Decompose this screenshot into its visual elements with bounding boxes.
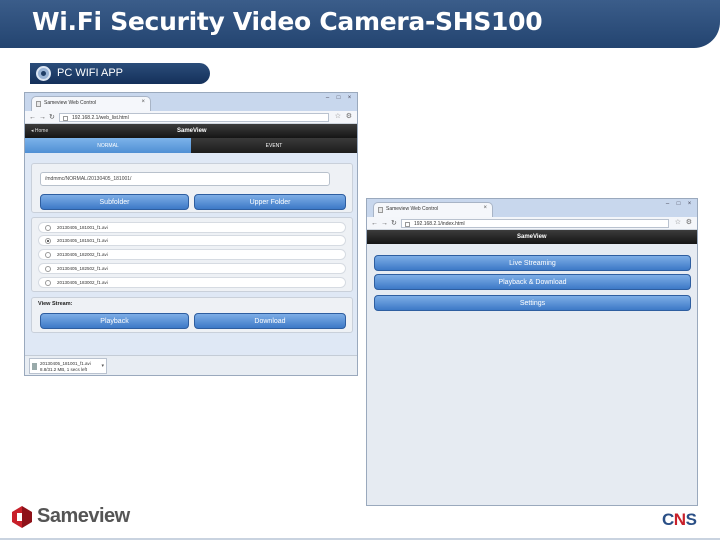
file-name: 20130405_181501_f1.avi bbox=[57, 238, 108, 243]
tab-strip: Sameview Web Control × – □ × bbox=[25, 93, 357, 111]
file-name: 20130405_183002_f1.avi bbox=[57, 280, 108, 285]
bullet-icon bbox=[36, 66, 51, 81]
home-link[interactable]: ◂ Home bbox=[31, 128, 48, 134]
sameview-logo-text: Sameview bbox=[37, 505, 130, 527]
close-icon[interactable]: × bbox=[141, 99, 145, 105]
url-input[interactable]: 192.168.2.1/web_list.html bbox=[59, 113, 329, 122]
folder-panel: /mdmmc/NORMAL/20130405_181001/ Subfolder… bbox=[31, 163, 353, 213]
radio-icon[interactable] bbox=[45, 280, 51, 286]
browser-window-file-list: Sameview Web Control × – □ × ← → ↻ 192.1… bbox=[24, 92, 358, 376]
reload-icon[interactable]: ↻ bbox=[391, 219, 397, 228]
path-input[interactable]: /mdmmc/NORMAL/20130405_181001/ bbox=[40, 172, 330, 186]
back-icon[interactable]: ← bbox=[29, 113, 36, 122]
browser-tab-title: Sameview Web Control bbox=[44, 100, 97, 106]
list-item[interactable]: 20130405_181001_f1.avi bbox=[38, 222, 346, 233]
brand-title: SameView bbox=[177, 128, 207, 134]
browser-tab-title: Sameview Web Control bbox=[386, 206, 439, 212]
playback-download-button[interactable]: Playback & Download bbox=[374, 274, 691, 290]
settings-button[interactable]: Settings bbox=[374, 295, 691, 311]
subfolder-button[interactable]: Subfolder bbox=[40, 194, 189, 210]
file-name: 20130405_182502_f1.avi bbox=[57, 266, 108, 271]
list-item[interactable]: 20130405_182002_f1.avi bbox=[38, 249, 346, 260]
forward-icon[interactable]: → bbox=[39, 113, 46, 122]
download-status: 8.8/31.2 MB, 1 secs left bbox=[40, 367, 88, 372]
page-header: SameView bbox=[367, 230, 697, 244]
window-controls: – □ × bbox=[664, 201, 693, 208]
company-letter-s: S bbox=[685, 510, 697, 529]
close-window-icon[interactable]: × bbox=[686, 201, 693, 208]
sameview-logo-icon bbox=[12, 506, 32, 528]
download-shelf: 20130405_181001_f1.avi 8.8/31.2 MB, 1 se… bbox=[25, 355, 357, 375]
section-pill: PC WIFI APP bbox=[30, 63, 210, 84]
view-stream-panel: View Stream: Playback Download bbox=[31, 297, 353, 333]
page-icon bbox=[63, 116, 68, 121]
maximize-icon[interactable]: □ bbox=[335, 95, 342, 102]
radio-icon[interactable] bbox=[45, 266, 51, 272]
tab-strip: Sameview Web Control × – □ × bbox=[367, 199, 697, 217]
company-logo: CNS bbox=[662, 510, 697, 530]
file-name: 20130405_181001_f1.avi bbox=[57, 225, 108, 230]
minimize-icon[interactable]: – bbox=[324, 95, 331, 102]
playback-button[interactable]: Playback bbox=[40, 313, 189, 329]
maximize-icon[interactable]: □ bbox=[675, 201, 682, 208]
back-icon[interactable]: ← bbox=[371, 219, 378, 228]
segment-tabs: NORMAL EVENT bbox=[25, 138, 357, 153]
radio-icon[interactable] bbox=[45, 252, 51, 258]
reload-icon[interactable]: ↻ bbox=[49, 113, 55, 122]
company-letter-n: N bbox=[673, 510, 686, 529]
upper-folder-button[interactable]: Upper Folder bbox=[194, 194, 346, 210]
browser-tab[interactable]: Sameview Web Control × bbox=[373, 202, 493, 217]
wrench-icon[interactable]: ⚙ bbox=[346, 112, 352, 120]
browser-window-menu: Sameview Web Control × – □ × ← → ↻ 192.1… bbox=[366, 198, 698, 506]
tab-event[interactable]: EVENT bbox=[191, 138, 357, 153]
page-icon bbox=[378, 207, 383, 213]
view-stream-label: View Stream: bbox=[38, 301, 73, 307]
brand-title: SameView bbox=[517, 234, 547, 240]
tab-normal[interactable]: NORMAL bbox=[25, 138, 191, 153]
file-name: 20130405_182002_f1.avi bbox=[57, 252, 108, 257]
slide-title: Wi.Fi Security Video Camera-SHS100 bbox=[32, 7, 543, 36]
address-bar: ← → ↻ 192.168.2.1/index.html ☆ ⚙ bbox=[367, 217, 697, 230]
live-streaming-button[interactable]: Live Streaming bbox=[374, 255, 691, 271]
window-controls: – □ × bbox=[324, 95, 353, 102]
home-label: Home bbox=[34, 128, 49, 134]
slide-header: Wi.Fi Security Video Camera-SHS100 bbox=[0, 0, 720, 48]
star-icon[interactable]: ☆ bbox=[675, 218, 681, 226]
file-list: 20130405_181001_f1.avi 20130405_181501_f… bbox=[31, 217, 353, 292]
close-window-icon[interactable]: × bbox=[346, 95, 353, 102]
star-icon[interactable]: ☆ bbox=[335, 112, 341, 120]
radio-checked-icon[interactable] bbox=[45, 238, 51, 244]
address-bar: ← → ↻ 192.168.2.1/web_list.html ☆ ⚙ bbox=[25, 111, 357, 124]
list-item[interactable]: 20130405_183002_f1.avi bbox=[38, 277, 346, 288]
download-button[interactable]: Download bbox=[194, 313, 346, 329]
page-icon bbox=[405, 222, 410, 227]
url-text: 192.168.2.1/web_list.html bbox=[72, 115, 129, 121]
page-icon bbox=[36, 101, 41, 107]
file-icon bbox=[32, 363, 37, 370]
minimize-icon[interactable]: – bbox=[664, 201, 671, 208]
wrench-icon[interactable]: ⚙ bbox=[686, 218, 692, 226]
page-header: ◂ Home SameView bbox=[25, 124, 357, 138]
forward-icon[interactable]: → bbox=[381, 219, 388, 228]
download-item[interactable]: 20130405_181001_f1.avi 8.8/31.2 MB, 1 se… bbox=[29, 358, 107, 374]
radio-icon[interactable] bbox=[45, 225, 51, 231]
company-letter-c: C bbox=[662, 510, 674, 529]
browser-tab[interactable]: Sameview Web Control × bbox=[31, 96, 151, 111]
close-icon[interactable]: × bbox=[483, 205, 487, 211]
list-item[interactable]: 20130405_181501_f1.avi bbox=[38, 235, 346, 246]
url-text: 192.168.2.1/index.html bbox=[414, 221, 465, 227]
section-label: PC WIFI APP bbox=[57, 67, 124, 79]
list-item[interactable]: 20130405_182502_f1.avi bbox=[38, 263, 346, 274]
chevron-down-icon[interactable]: ▾ bbox=[101, 363, 104, 369]
url-input[interactable]: 192.168.2.1/index.html bbox=[401, 219, 669, 228]
